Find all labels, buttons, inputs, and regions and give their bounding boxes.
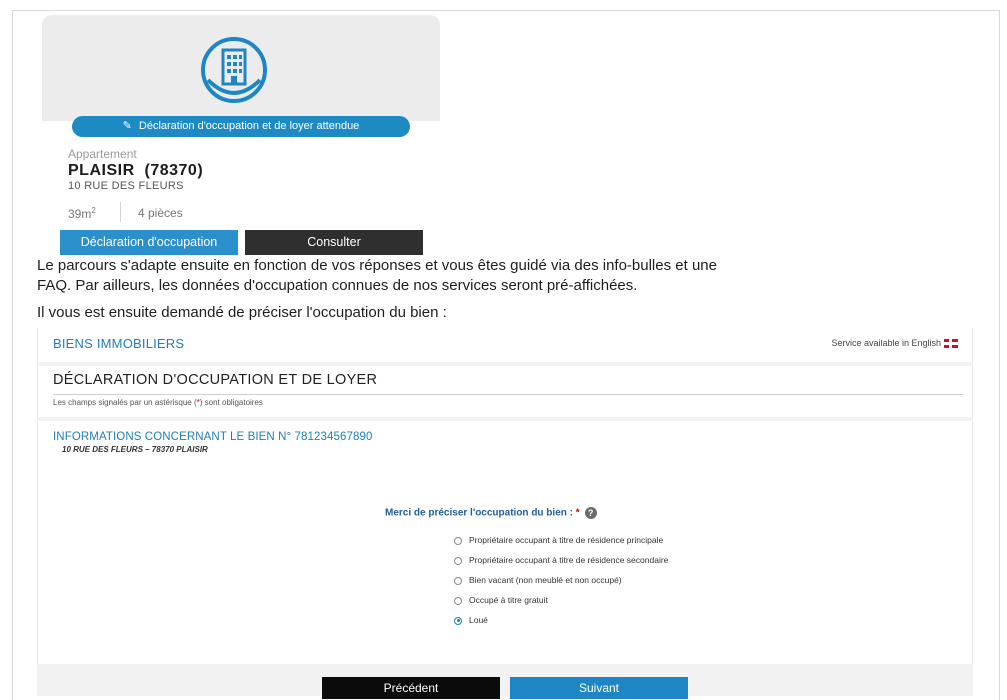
required-asterisk: * xyxy=(575,507,580,519)
section-title[interactable]: BIENS IMMOBILIERS xyxy=(53,336,184,351)
declaration-status-label: Déclaration d'occupation et de loyer att… xyxy=(138,120,360,132)
option-label: Propriétaire occupant à titre de résiden… xyxy=(469,535,664,545)
occupation-option[interactable]: Propriétaire occupant à titre de résiden… xyxy=(454,535,663,545)
radio-button[interactable] xyxy=(454,536,462,545)
property-surface: 39m2 xyxy=(68,206,96,221)
occupation-option-selected[interactable]: Loué xyxy=(454,615,488,625)
building-icon xyxy=(201,37,267,103)
option-label: Propriétaire occupant à titre de résiden… xyxy=(469,555,669,565)
occupation-option[interactable]: Occupé à titre gratuit xyxy=(454,595,548,605)
intro-line-1: Le parcours s'adapte ensuite en fonction… xyxy=(37,257,717,274)
property-number: 781234567890 xyxy=(294,431,373,443)
intro-line-2: FAQ. Par ailleurs, les données d'occupat… xyxy=(37,277,638,294)
occupation-option[interactable]: Bien vacant (non meublé et non occupé) xyxy=(454,575,622,585)
mandatory-note-start: Les champs signalés par un astérisque ( xyxy=(53,398,197,407)
surface-value: 39m xyxy=(68,207,92,221)
property-info-label: INFORMATIONS CONCERNANT LE BIEN N° xyxy=(53,431,295,443)
uk-flag-icon xyxy=(944,339,958,349)
radio-button[interactable] xyxy=(454,576,462,585)
property-type: Appartement xyxy=(68,147,137,161)
occupation-question-label: Merci de préciser l'occupation du bien : xyxy=(385,507,576,519)
property-address: 10 RUE DES FLEURS xyxy=(68,180,184,192)
option-label: Bien vacant (non meublé et non occupé) xyxy=(469,575,622,585)
occupation-question: Merci de préciser l'occupation du bien :… xyxy=(385,507,597,519)
declaration-title: DÉCLARATION D'OCCUPATION ET DE LOYER xyxy=(53,372,378,388)
mandatory-fields-note: Les champs signalés par un astérisque (*… xyxy=(53,398,263,407)
declare-occupation-button[interactable]: Déclaration d'occupation xyxy=(60,230,238,255)
radio-button[interactable] xyxy=(454,596,462,605)
property-rooms: 4 pièces xyxy=(138,206,183,220)
consult-button[interactable]: Consulter xyxy=(245,230,423,255)
option-label: Loué xyxy=(469,615,488,625)
property-info-address: 10 RUE DES FLEURS – 78370 PLAISIR xyxy=(62,445,208,454)
intro-paragraph: Le parcours s'adapte ensuite en fonction… xyxy=(37,256,977,296)
declaration-header: DÉCLARATION D'OCCUPATION ET DE LOYER Les… xyxy=(37,366,973,417)
property-card: ✎ Déclaration d'occupation et de loyer at… xyxy=(42,15,440,255)
property-city: PLAISIR (78370) xyxy=(68,162,204,179)
help-icon[interactable]: ? xyxy=(584,507,597,519)
radio-button[interactable] xyxy=(454,556,462,565)
pencil-icon: ✎ xyxy=(122,120,132,132)
mandatory-note-end: ) sont obligatoires xyxy=(199,398,263,407)
title-divider xyxy=(53,394,963,395)
english-service-link[interactable]: Service available in English xyxy=(831,338,958,349)
english-service-label: Service available in English xyxy=(831,338,941,348)
surface-unit-exponent: 2 xyxy=(91,206,96,215)
card-divider xyxy=(120,202,121,222)
biens-header: BIENS IMMOBILIERS Service available in E… xyxy=(37,328,973,362)
occupation-option[interactable]: Propriétaire occupant à titre de résiden… xyxy=(454,555,668,565)
property-info-panel: INFORMATIONS CONCERNANT LE BIEN N° 78123… xyxy=(37,421,973,664)
property-info-title: INFORMATIONS CONCERNANT LE BIEN N° 78123… xyxy=(53,431,372,443)
declaration-status-badge: ✎ Déclaration d'occupation et de loyer at… xyxy=(72,116,410,137)
instruction-paragraph: Il vous est ensuite demandé de préciser … xyxy=(37,304,447,321)
option-label: Occupé à titre gratuit xyxy=(469,595,548,605)
radio-button-checked[interactable] xyxy=(454,616,462,625)
